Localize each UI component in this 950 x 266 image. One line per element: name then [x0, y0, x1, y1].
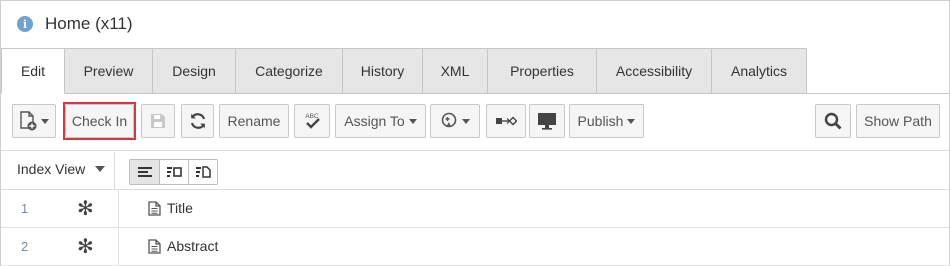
index-view-label: Index View — [17, 161, 86, 177]
asterisk-icon: ✻ — [77, 198, 94, 220]
chevron-down-icon — [95, 166, 106, 172]
save-button[interactable] — [141, 104, 175, 138]
title-bar: i Home (x11) — [1, 1, 949, 47]
info-icon[interactable]: i — [17, 16, 33, 32]
refresh-button[interactable] — [181, 104, 214, 138]
page-title: Home (x11) — [45, 14, 133, 33]
preview-display-button[interactable] — [529, 104, 565, 138]
publish-label: Publish — [577, 113, 624, 129]
tab-xml[interactable]: XML — [423, 48, 488, 94]
list-document-icon — [196, 166, 211, 178]
row-number: 1 — [21, 201, 29, 216]
editor-panel: i Home (x11) Edit Preview Design Categor… — [0, 0, 950, 266]
rename-button[interactable]: Rename — [219, 104, 289, 138]
document-icon — [148, 239, 161, 254]
link-nodes-icon — [496, 116, 517, 126]
spellcheck-icon: ABC — [305, 113, 320, 129]
show-path-button[interactable]: Show Path — [856, 104, 940, 138]
row-label: Abstract — [167, 238, 219, 254]
index-view-bar: Index View — [1, 152, 949, 190]
divider — [118, 228, 119, 266]
workflow-icon — [441, 112, 457, 128]
view-mode-group — [129, 159, 218, 185]
divider — [114, 152, 115, 190]
align-left-icon — [137, 167, 152, 177]
tab-bar-filler — [807, 48, 949, 94]
tab-preview[interactable]: Preview — [65, 48, 153, 94]
index-view-dropdown[interactable]: Index View — [17, 161, 106, 177]
tab-accessibility[interactable]: Accessibility — [597, 48, 712, 94]
tab-bar: Edit Preview Design Categorize History X… — [1, 48, 949, 94]
new-document-icon — [20, 111, 37, 131]
assign-to-button[interactable]: Assign To — [335, 104, 426, 138]
tab-properties[interactable]: Properties — [488, 48, 597, 94]
tab-edit[interactable]: Edit — [1, 48, 65, 94]
search-button[interactable] — [815, 104, 851, 138]
workflow-button[interactable] — [430, 104, 480, 138]
document-icon — [148, 201, 161, 216]
tab-analytics[interactable]: Analytics — [712, 48, 807, 94]
row-number: 2 — [21, 239, 29, 254]
assign-to-label: Assign To — [344, 113, 405, 129]
chevron-down-icon — [408, 118, 417, 124]
tab-design[interactable]: Design — [153, 48, 236, 94]
tab-history[interactable]: History — [343, 48, 423, 94]
svg-text:ABC: ABC — [305, 113, 319, 120]
chevron-down-icon — [462, 118, 470, 124]
view-split-button[interactable] — [159, 160, 188, 184]
asterisk-icon: ✻ — [77, 236, 94, 258]
view-document-button[interactable] — [188, 160, 217, 184]
new-document-button[interactable] — [12, 104, 56, 138]
chevron-down-icon — [41, 118, 49, 124]
view-list-button[interactable] — [130, 160, 159, 184]
check-in-button[interactable]: Check In — [65, 104, 134, 138]
list-box-icon — [167, 167, 182, 177]
list-item[interactable]: 2 ✻ Abstract — [1, 228, 949, 266]
spellcheck-button[interactable]: ABC — [294, 104, 330, 138]
divider — [118, 190, 119, 228]
save-icon — [151, 114, 165, 128]
search-icon — [824, 112, 842, 130]
chevron-down-icon — [627, 118, 636, 124]
list-item[interactable]: 1 ✻ Title — [1, 190, 949, 228]
row-label: Title — [167, 200, 193, 216]
tab-categorize[interactable]: Categorize — [236, 48, 343, 94]
toolbar: Check In Rename ABC Assign To Publish Sh… — [1, 95, 949, 151]
monitor-icon — [538, 113, 556, 130]
refresh-icon — [190, 113, 205, 129]
publish-button[interactable]: Publish — [569, 104, 644, 138]
link-button[interactable] — [486, 104, 526, 138]
